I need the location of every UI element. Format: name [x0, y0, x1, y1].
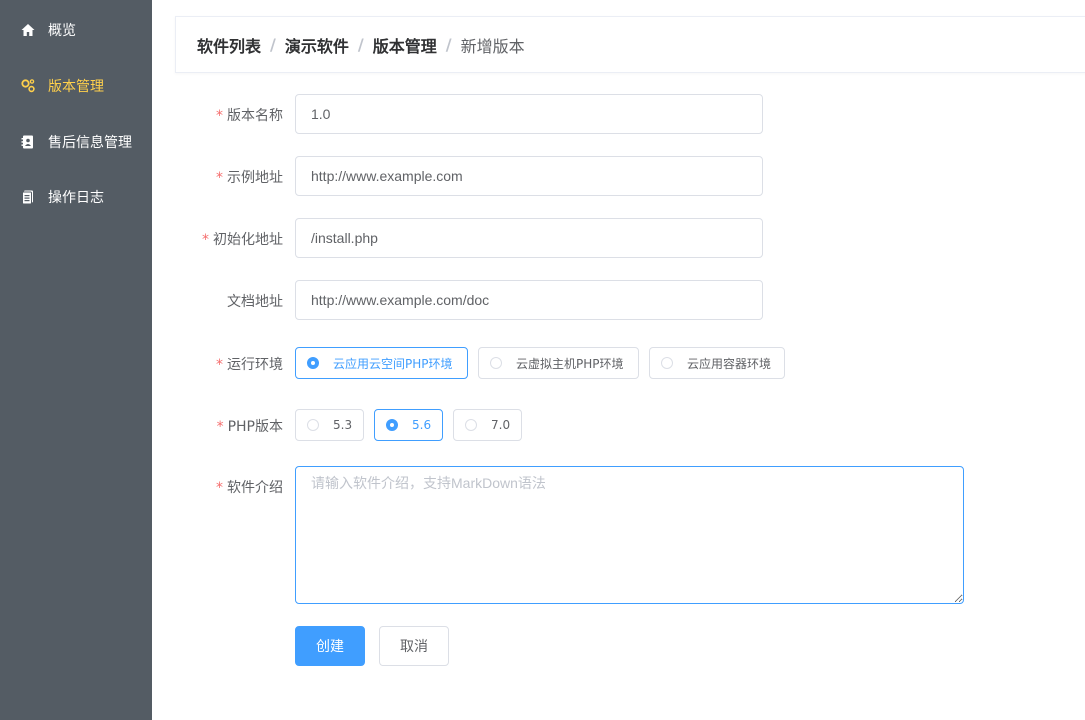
breadcrumb-item-version-management[interactable]: 版本管理 [373, 33, 437, 57]
form-item-init-url: * 初始化地址 [175, 218, 1065, 258]
sidebar-item-operation-log[interactable]: 操作日志 [0, 169, 152, 225]
sidebar-item-version-management[interactable]: 版本管理 [0, 58, 152, 114]
doc-url-input[interactable] [295, 280, 763, 320]
breadcrumb-separator: / [445, 35, 452, 54]
contacts-icon [20, 134, 36, 150]
demo-url-input[interactable] [295, 156, 763, 196]
document-icon [20, 189, 36, 205]
radio-unchecked-icon [661, 357, 673, 369]
cogs-icon [20, 78, 36, 94]
home-icon [20, 22, 36, 38]
breadcrumb-item-demo-software[interactable]: 演示软件 [285, 33, 349, 57]
required-mark: * [216, 108, 223, 124]
runtime-label: * 运行环境 [216, 357, 283, 373]
intro-label: * 软件介绍 [216, 480, 283, 496]
sidebar-item-label: 操作日志 [48, 190, 104, 206]
sidebar-item-after-sales[interactable]: 售后信息管理 [0, 114, 152, 170]
php-version-option-5-3[interactable]: 5.3 [295, 409, 364, 441]
runtime-option-container[interactable]: 云应用容器环境 [649, 347, 785, 379]
init-url-input[interactable] [295, 218, 763, 258]
php-version-option-5-6[interactable]: 5.6 [374, 409, 443, 441]
radio-unchecked-icon [490, 357, 502, 369]
php-version-option-7-0[interactable]: 7.0 [453, 409, 522, 441]
sidebar-item-overview[interactable]: 概览 [0, 2, 152, 58]
required-mark: * [202, 232, 209, 248]
required-mark: * [216, 357, 223, 373]
required-mark: * [216, 419, 224, 435]
form-item-php-version: * PHP版本 5.3 5.6 7.0 [175, 409, 1065, 441]
breadcrumb-separator: / [357, 35, 364, 54]
required-mark: * [216, 170, 223, 186]
form-item-version-name: * 版本名称 [175, 94, 1065, 134]
cancel-button[interactable]: 取消 [379, 626, 449, 666]
php-version-label: * PHP版本 [216, 419, 283, 435]
version-name-label: * 版本名称 [216, 108, 283, 124]
radio-unchecked-icon [465, 419, 477, 431]
breadcrumb-separator: / [270, 35, 276, 54]
sidebar: 概览 版本管理 售后信息管理 操作日志 [0, 0, 152, 720]
create-button[interactable]: 创建 [295, 626, 365, 666]
breadcrumb-item-software-list[interactable]: 软件列表 [197, 33, 261, 57]
form-actions: 创建 取消 [175, 626, 1065, 666]
radio-checked-icon [386, 419, 398, 431]
required-mark: * [216, 480, 223, 496]
radio-unchecked-icon [307, 419, 319, 431]
sidebar-item-label: 概览 [48, 23, 76, 39]
runtime-option-virtual-host[interactable]: 云虚拟主机PHP环境 [478, 347, 639, 379]
intro-textarea[interactable] [295, 466, 964, 604]
form-item-intro: * 软件介绍 [175, 466, 1065, 604]
version-name-input[interactable] [295, 94, 763, 134]
runtime-option-cloud-space[interactable]: 云应用云空间PHP环境 [295, 347, 468, 379]
form-item-doc-url: 文档地址 [175, 280, 1065, 320]
breadcrumb: 软件列表 / 演示软件 / 版本管理 / 新增版本 [175, 16, 1085, 73]
sidebar-item-label: 售后信息管理 [48, 135, 132, 151]
doc-url-label: 文档地址 [227, 294, 283, 310]
radio-checked-icon [307, 357, 319, 369]
sidebar-item-label: 版本管理 [48, 79, 104, 95]
init-url-label: * 初始化地址 [202, 232, 283, 248]
form-item-demo-url: * 示例地址 [175, 156, 1065, 196]
breadcrumb-item-new-version: 新增版本 [460, 36, 525, 56]
demo-url-label: * 示例地址 [216, 170, 283, 186]
form-item-runtime: * 运行环境 云应用云空间PHP环境 云虚拟主机PHP环境 云应用容器环境 [175, 347, 1065, 379]
